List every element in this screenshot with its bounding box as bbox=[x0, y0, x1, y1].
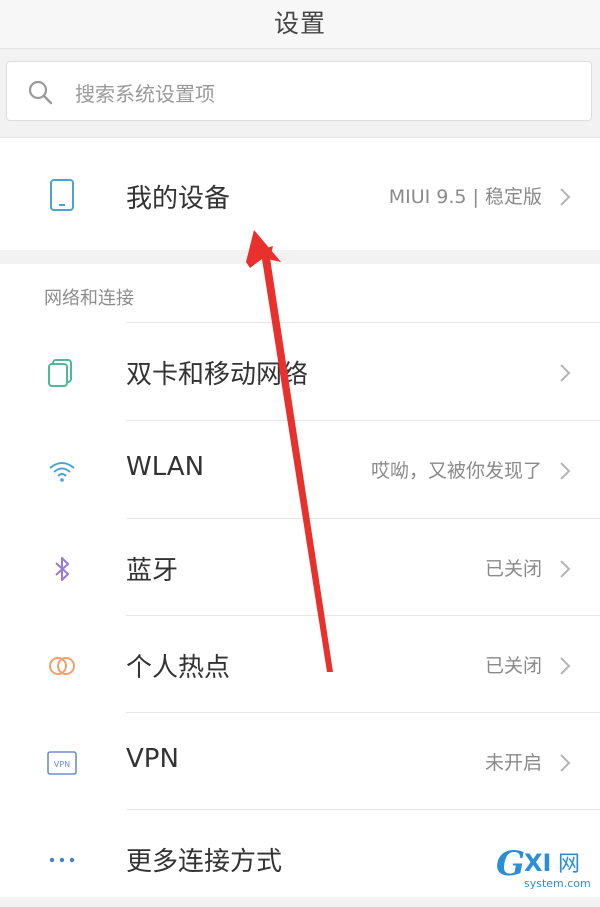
search-input[interactable]: 搜索系统设置项 bbox=[6, 61, 592, 121]
divider bbox=[126, 322, 600, 323]
vpn-icon: VPN bbox=[47, 751, 77, 775]
search-icon bbox=[28, 80, 53, 105]
settings-item-value: 哎呦，又被你发现了 bbox=[370, 460, 542, 482]
chevron-right-icon bbox=[560, 462, 571, 480]
watermark-logo: G XI 网 system.com bbox=[496, 844, 591, 890]
my-device-label: 我的设备 bbox=[126, 184, 231, 214]
settings-item-label: 蓝牙 bbox=[126, 556, 179, 586]
settings-item-label: 双卡和移动网络 bbox=[126, 360, 309, 390]
my-device-item[interactable]: 我的设备 MIUI 9.5 | 稳定版 bbox=[0, 137, 600, 251]
settings-item-value: 已关闭 bbox=[484, 655, 542, 677]
page-title: 设置 bbox=[273, 9, 326, 38]
settings-item-dual-sim[interactable]: 双卡和移动网络 bbox=[0, 324, 600, 420]
search-placeholder: 搜索系统设置项 bbox=[75, 82, 215, 106]
settings-item-wlan[interactable]: WLAN 哎呦，又被你发现了 bbox=[0, 422, 600, 518]
chevron-right-icon bbox=[560, 754, 571, 772]
divider bbox=[126, 615, 600, 616]
settings-item-label: VPN bbox=[126, 744, 179, 774]
settings-item-label: 更多连接方式 bbox=[126, 847, 283, 877]
settings-item-vpn[interactable]: VPN VPN 未开启 bbox=[0, 714, 600, 810]
divider bbox=[126, 712, 600, 713]
dual-sim-icon bbox=[48, 359, 72, 387]
settings-item-label: 个人热点 bbox=[126, 653, 231, 683]
settings-item-hotspot[interactable]: 个人热点 已关闭 bbox=[0, 617, 600, 713]
chevron-right-icon bbox=[560, 188, 571, 206]
divider bbox=[126, 809, 600, 810]
phone-icon bbox=[50, 179, 74, 211]
wifi-icon bbox=[49, 462, 75, 482]
bluetooth-icon bbox=[55, 557, 69, 581]
divider bbox=[126, 420, 600, 421]
svg-text:XI: XI bbox=[524, 849, 551, 877]
section-gap bbox=[0, 250, 600, 264]
settings-item-value: 未开启 bbox=[484, 752, 542, 774]
svg-text:G: G bbox=[496, 844, 525, 884]
title-bar: 设置 bbox=[0, 0, 600, 49]
chevron-right-icon bbox=[560, 560, 571, 578]
svg-text:system.com: system.com bbox=[524, 877, 591, 890]
divider bbox=[126, 518, 600, 519]
hotspot-icon bbox=[49, 657, 75, 675]
chevron-right-icon bbox=[560, 657, 571, 675]
settings-item-value: 已关闭 bbox=[484, 558, 542, 580]
more-icon bbox=[49, 857, 75, 863]
settings-item-label: WLAN bbox=[126, 452, 205, 482]
search-area: 搜索系统设置项 bbox=[0, 49, 600, 135]
settings-item-bluetooth[interactable]: 蓝牙 已关闭 bbox=[0, 520, 600, 616]
network-settings-list: 网络和连接 双卡和移动网络 WLAN 哎呦，又被你发现了 蓝牙 已关闭 个人热点… bbox=[0, 264, 600, 897]
chevron-right-icon bbox=[560, 364, 571, 382]
my-device-version: MIUI 9.5 | 稳定版 bbox=[388, 186, 542, 208]
svg-text:VPN: VPN bbox=[54, 760, 70, 769]
section-header: 网络和连接 bbox=[44, 288, 134, 309]
svg-text:网: 网 bbox=[558, 852, 580, 877]
